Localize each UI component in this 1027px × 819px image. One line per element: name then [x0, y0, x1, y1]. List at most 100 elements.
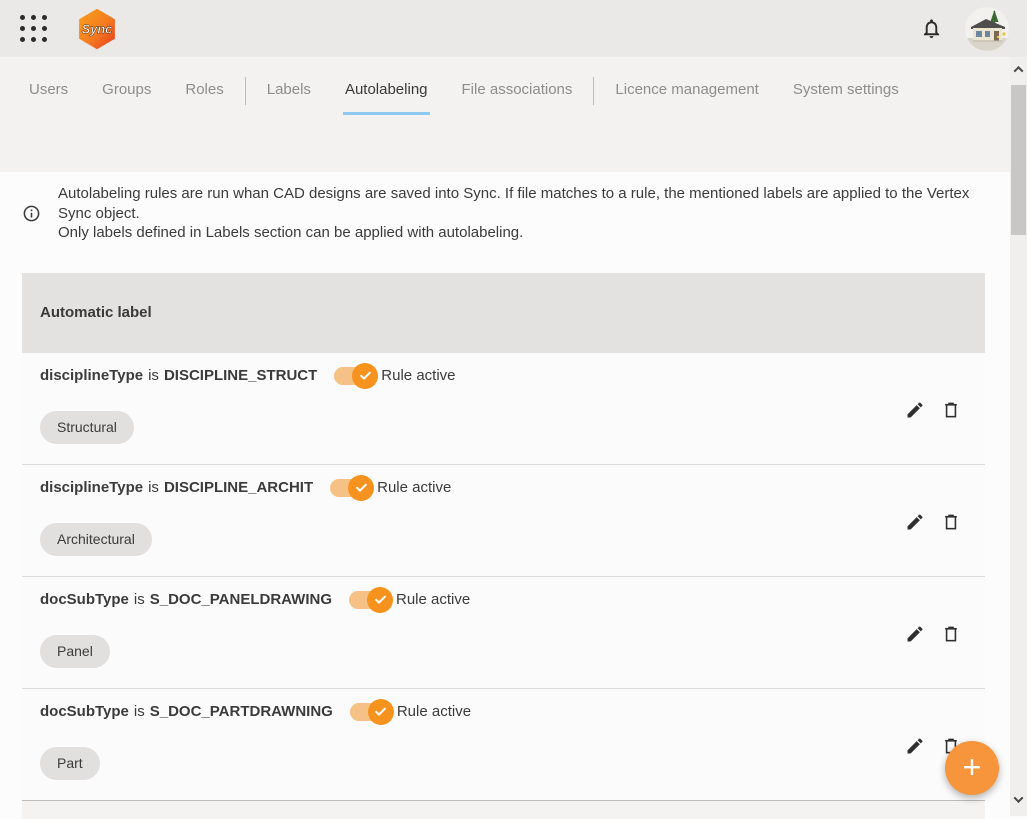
scroll-down-button[interactable] — [1010, 791, 1027, 808]
condition-value: S_DOC_PARTDRAWNING — [150, 703, 333, 720]
delete-rule-button[interactable] — [941, 400, 961, 420]
check-icon — [354, 480, 369, 495]
rule-condition: docSubType is S_DOC_PANELDRAWING Rule ac… — [40, 591, 967, 609]
condition-field: disciplineType — [40, 479, 143, 496]
scrollbar-thumb[interactable] — [1011, 85, 1026, 235]
row-actions — [905, 512, 961, 532]
row-actions — [905, 400, 961, 420]
chevron-up-icon — [1014, 66, 1024, 76]
row-actions — [905, 624, 961, 644]
check-icon — [358, 368, 373, 383]
condition-operator: is — [134, 591, 145, 608]
condition-operator: is — [148, 367, 159, 384]
rule-active-toggle[interactable] — [350, 703, 390, 721]
rule-condition: disciplineType is DISCIPLINE_STRUCT Rule… — [40, 367, 967, 385]
rule-row: disciplineType is DISCIPLINE_STRUCT Rule… — [22, 353, 985, 465]
rule-active-toggle[interactable] — [334, 367, 374, 385]
pencil-icon — [905, 736, 925, 756]
edit-rule-button[interactable] — [905, 736, 925, 756]
rule-row: docSubType is S_DOC_PARTDRAWNING Rule ac… — [22, 689, 985, 801]
tab-autolabeling[interactable]: Autolabeling — [343, 57, 430, 115]
label-chip: Structural — [40, 411, 134, 444]
add-rule-fab[interactable]: + — [945, 741, 999, 795]
rule-condition: disciplineType is DISCIPLINE_ARCHIT Rule… — [40, 479, 967, 497]
plus-icon: + — [963, 751, 982, 783]
check-icon — [373, 592, 388, 607]
autolabeling-content: Autolabeling rules are run whan CAD desi… — [0, 172, 1027, 819]
tab-licence-management[interactable]: Licence management — [613, 57, 760, 115]
toggle-thumb — [368, 699, 394, 725]
tab-groups[interactable]: Groups — [100, 57, 153, 115]
label-chip: Architectural — [40, 523, 152, 556]
vertical-scrollbar[interactable] — [1010, 57, 1027, 816]
condition-value: DISCIPLINE_STRUCT — [164, 367, 317, 384]
pencil-icon — [905, 512, 925, 532]
sync-logo-hexagon-icon: Sync — [77, 8, 117, 50]
edit-rule-button[interactable] — [905, 512, 925, 532]
condition-field: docSubType — [40, 591, 129, 608]
chevron-down-icon — [1014, 793, 1024, 803]
edit-rule-button[interactable] — [905, 400, 925, 420]
rule-active-toggle-wrap: Rule active — [330, 479, 451, 497]
info-banner: Autolabeling rules are run whan CAD desi… — [0, 172, 1027, 243]
label-chip: Panel — [40, 635, 110, 668]
delete-rule-button[interactable] — [941, 624, 961, 644]
rule-active-toggle[interactable] — [349, 591, 389, 609]
tab-users[interactable]: Users — [27, 57, 70, 115]
condition-value: S_DOC_PANELDRAWING — [150, 591, 332, 608]
autolabel-rules-table: Automatic label disciplineType is DISCIP… — [22, 273, 985, 819]
app-grid-button[interactable] — [16, 11, 51, 46]
info-text: Autolabeling rules are run whan CAD desi… — [58, 184, 974, 243]
rule-active-toggle-wrap: Rule active — [349, 591, 470, 609]
condition-field: disciplineType — [40, 367, 143, 384]
table-header-label: Automatic label — [40, 304, 152, 321]
tab-labels[interactable]: Labels — [265, 57, 313, 115]
condition-field: docSubType — [40, 703, 129, 720]
condition-operator: is — [148, 479, 159, 496]
pencil-icon — [905, 400, 925, 420]
toggle-label: Rule active — [377, 479, 451, 496]
toggle-thumb — [367, 587, 393, 613]
condition-operator: is — [134, 703, 145, 720]
settings-tab-bar: Users Groups Roles Labels Autolabeling F… — [0, 57, 1027, 172]
toggle-thumb — [352, 363, 378, 389]
delete-rule-button[interactable] — [941, 512, 961, 532]
sync-logo[interactable]: Sync — [77, 8, 117, 50]
tab-roles[interactable]: Roles — [183, 57, 225, 115]
tab-file-associations[interactable]: File associations — [460, 57, 575, 115]
app-grid-icon — [20, 15, 47, 42]
tabs: Users Groups Roles Labels Autolabeling F… — [12, 57, 1027, 115]
info-icon — [22, 204, 41, 223]
rule-row: docSubType is S_DOC_PANELDRAWING Rule ac… — [22, 577, 985, 689]
trash-icon — [941, 624, 961, 644]
rule-row: disciplineType is DISCIPLINE_ARCHIT Rule… — [22, 465, 985, 577]
trash-icon — [941, 512, 961, 532]
label-chip: Part — [40, 747, 100, 780]
info-line-1: Autolabeling rules are run whan CAD desi… — [58, 184, 974, 223]
condition-value: DISCIPLINE_ARCHIT — [164, 479, 313, 496]
user-avatar-house-image — [965, 7, 1009, 51]
rule-condition: docSubType is S_DOC_PARTDRAWNING Rule ac… — [40, 703, 967, 721]
sync-logo-text: Sync — [82, 21, 113, 36]
toggle-label: Rule active — [381, 367, 455, 384]
rule-active-toggle[interactable] — [330, 479, 370, 497]
notifications-button[interactable] — [918, 15, 945, 42]
tab-divider — [593, 77, 594, 105]
rule-active-toggle-wrap: Rule active — [334, 367, 455, 385]
top-app-bar: Sync — [0, 0, 1027, 57]
toggle-label: Rule active — [397, 703, 471, 720]
check-icon — [373, 704, 388, 719]
rule-active-toggle-wrap: Rule active — [350, 703, 471, 721]
pencil-icon — [905, 624, 925, 644]
trash-icon — [941, 400, 961, 420]
toggle-thumb — [348, 475, 374, 501]
tab-divider — [245, 77, 246, 105]
tab-system-settings[interactable]: System settings — [791, 57, 901, 115]
edit-rule-button[interactable] — [905, 624, 925, 644]
scroll-up-button[interactable] — [1010, 61, 1027, 78]
user-avatar[interactable] — [965, 7, 1009, 51]
toggle-label: Rule active — [396, 591, 470, 608]
bell-icon — [920, 17, 943, 40]
info-line-2: Only labels defined in Labels section ca… — [58, 223, 974, 243]
table-header: Automatic label — [22, 273, 985, 353]
